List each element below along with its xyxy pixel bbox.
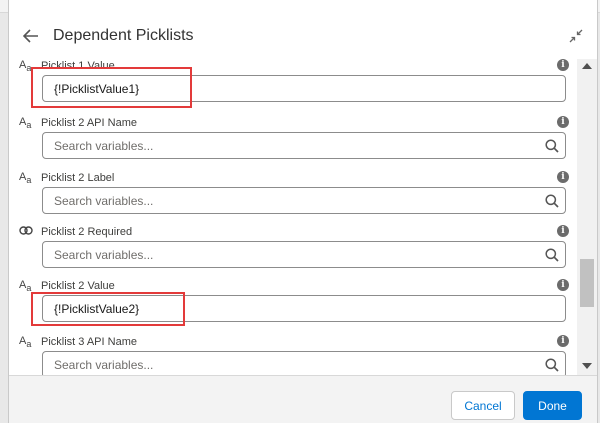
input-placeholder: Search variables... — [54, 193, 154, 208]
highlight-box — [31, 292, 185, 326]
text-type-icon: Aa — [19, 115, 32, 131]
scroll-down-arrow-icon[interactable] — [582, 363, 592, 369]
boolean-type-icon — [19, 226, 41, 238]
info-icon[interactable]: i — [557, 279, 569, 291]
text-type-icon: Aa — [19, 170, 32, 186]
text-type-icon: Aa — [19, 334, 32, 350]
field-picklist-2-required: Picklist 2 Required i Search variables..… — [9, 224, 577, 274]
field-label: Picklist 3 API Name — [41, 336, 137, 348]
cancel-button[interactable]: Cancel — [451, 391, 515, 420]
search-icon — [545, 358, 559, 372]
search-icon — [545, 194, 559, 208]
info-icon[interactable]: i — [557, 225, 569, 237]
input-placeholder: Search variables... — [54, 138, 154, 153]
info-icon[interactable]: i — [557, 335, 569, 347]
search-icon — [545, 248, 559, 262]
input-placeholder: Search variables... — [54, 247, 154, 262]
back-arrow-icon[interactable] — [21, 26, 41, 46]
input-placeholder: Search variables... — [54, 357, 154, 372]
field-picklist-2-api-name: Aa Picklist 2 API Name i Search variable… — [9, 115, 577, 165]
picklist-2-api-name-input[interactable]: Search variables... — [42, 132, 566, 159]
info-icon[interactable]: i — [557, 59, 569, 71]
picklist-3-api-name-input[interactable]: Search variables... — [42, 351, 566, 375]
scrollbar[interactable] — [577, 59, 597, 375]
done-button[interactable]: Done — [523, 391, 582, 420]
form-body: Aa Picklist 1 Value i {!PicklistValue1} … — [9, 59, 577, 375]
picklist-2-required-input[interactable]: Search variables... — [42, 241, 566, 268]
panel-header: Dependent Picklists — [9, 13, 597, 59]
field-label: Picklist 2 API Name — [41, 117, 137, 129]
text-type-icon: Aa — [19, 278, 32, 294]
search-icon — [545, 139, 559, 153]
field-picklist-2-label: Aa Picklist 2 Label i Search variables..… — [9, 170, 577, 220]
page-title: Dependent Picklists — [53, 27, 194, 44]
highlight-box — [31, 67, 192, 108]
panel-footer: Cancel Done — [9, 375, 597, 423]
scrollbar-thumb[interactable] — [580, 259, 594, 307]
collapse-icon[interactable] — [569, 29, 583, 43]
info-icon[interactable]: i — [557, 116, 569, 128]
field-label: Picklist 2 Value — [41, 280, 115, 292]
field-label: Picklist 2 Label — [41, 172, 115, 184]
scroll-up-arrow-icon[interactable] — [582, 63, 592, 69]
picklist-2-label-input[interactable]: Search variables... — [42, 187, 566, 214]
info-icon[interactable]: i — [557, 171, 569, 183]
field-picklist-3-api-name: Aa Picklist 3 API Name i Search variable… — [9, 334, 577, 375]
field-label: Picklist 2 Required — [41, 226, 133, 238]
